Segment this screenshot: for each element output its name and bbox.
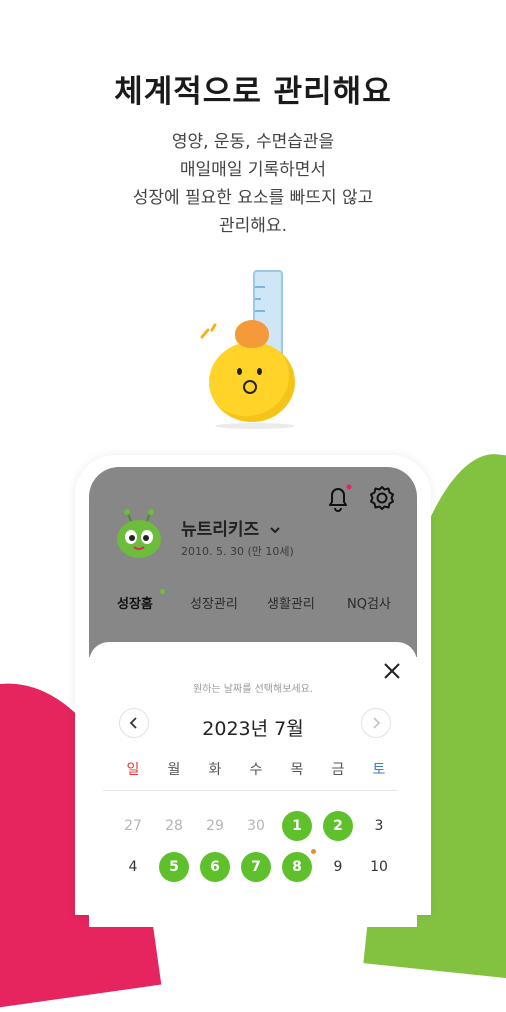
- gear-icon[interactable]: [365, 481, 399, 515]
- avatar: [111, 509, 167, 561]
- calendar-day[interactable]: 27: [118, 811, 148, 841]
- calendar-day[interactable]: 10: [364, 852, 394, 882]
- weekday-label: 토: [372, 762, 386, 778]
- calendar-day[interactable]: 2: [323, 811, 353, 841]
- tab-life-management[interactable]: 생활관리: [267, 593, 315, 612]
- description-line: 매일매일 기록하면서: [179, 160, 327, 180]
- chick-mascot-illustration: [195, 262, 315, 432]
- calendar-day[interactable]: 30: [241, 811, 271, 841]
- new-indicator-dot: [160, 589, 165, 594]
- calendar-day[interactable]: 4: [118, 852, 148, 882]
- calendar-day[interactable]: 28: [159, 811, 189, 841]
- weekday-label: 일: [126, 762, 140, 778]
- tab-bar: 성장홈 성장관리 생활관리 NQ검사: [89, 589, 417, 623]
- tab-growth-home[interactable]: 성장홈: [117, 593, 153, 612]
- profile-birthdate: 2010. 5. 30 (만 10세): [181, 545, 294, 558]
- date-picker-sheet: 원하는 날짜를 선택해보세요. 2023년 7월 일월화수목금토 27 28 29 3…: [89, 642, 417, 927]
- weekday-label: 금: [331, 762, 345, 778]
- description-line: 영양, 운동, 수면습관을: [171, 132, 335, 152]
- calendar-day[interactable]: 8: [282, 852, 312, 882]
- chevron-right-icon[interactable]: [361, 708, 391, 738]
- weekday-label: 화: [208, 762, 222, 778]
- headline: 체계적으로 관리해요: [114, 74, 392, 110]
- date-picker-hint: 원하는 날짜를 선택해보세요.: [193, 684, 313, 695]
- calendar-day[interactable]: 3: [364, 811, 394, 841]
- chevron-down-icon: [269, 520, 281, 540]
- app-header: 뉴트리키즈 2010. 5. 30 (만 10세) 성장홈 성장관리 생활관리 …: [89, 467, 417, 657]
- event-dot: [311, 849, 316, 854]
- profile-name[interactable]: 뉴트리키즈: [181, 515, 281, 540]
- weekday-label: 월: [167, 762, 181, 778]
- bell-icon[interactable]: [321, 481, 355, 515]
- tab-nq-test[interactable]: NQ검사: [347, 593, 391, 612]
- description-line: 성장에 필요한 요소를 빠뜨지 않고: [132, 188, 374, 208]
- calendar-day[interactable]: 5: [159, 852, 189, 882]
- phone-mockup: 뉴트리키즈 2010. 5. 30 (만 10세) 성장홈 성장관리 생활관리 …: [75, 455, 431, 927]
- calendar-day[interactable]: 1: [282, 811, 312, 841]
- app-screen: 뉴트리키즈 2010. 5. 30 (만 10세) 성장홈 성장관리 생활관리 …: [89, 467, 417, 927]
- profile-name-label: 뉴트리키즈: [181, 520, 260, 540]
- calendar-day[interactable]: 6: [200, 852, 230, 882]
- calendar-day[interactable]: 7: [241, 852, 271, 882]
- calendar-day[interactable]: 9: [323, 852, 353, 882]
- close-icon[interactable]: [381, 660, 403, 682]
- description: 영양, 운동, 수면습관을 매일매일 기록하면서 성장에 필요한 요소를 빠뜨지…: [0, 128, 506, 240]
- tab-growth-management[interactable]: 성장관리: [190, 593, 238, 612]
- calendar-day[interactable]: 29: [200, 811, 230, 841]
- weekday-label: 수: [249, 762, 263, 778]
- weekday-label: 목: [290, 762, 304, 778]
- description-line: 관리해요.: [219, 216, 287, 236]
- calendar-divider: [103, 790, 397, 791]
